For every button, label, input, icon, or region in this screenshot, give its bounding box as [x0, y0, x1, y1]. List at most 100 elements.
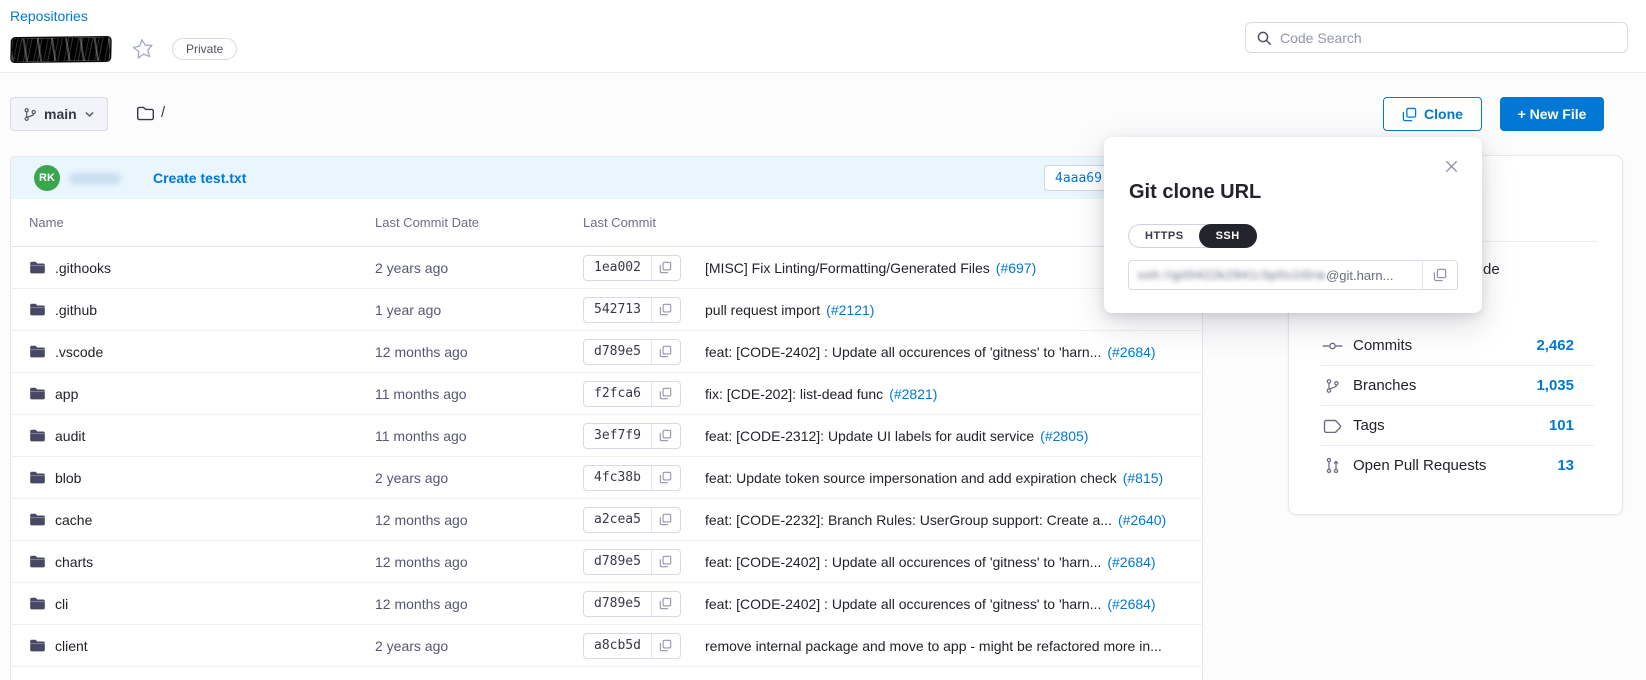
commit-sha[interactable]: d789e5	[584, 592, 651, 616]
pr-number-link[interactable]: (#2805)	[1040, 428, 1088, 444]
commit-message[interactable]: feat: Update token source impersonation …	[705, 470, 1117, 486]
file-name: client	[55, 638, 88, 654]
avatar: RK	[34, 165, 60, 191]
folder-path-icon	[136, 105, 155, 122]
popover-title: Git clone URL	[1129, 181, 1261, 204]
commit-sha[interactable]: d789e5	[584, 340, 651, 364]
pr-number-link[interactable]: (#2121)	[826, 302, 874, 318]
code-search-box[interactable]	[1245, 22, 1628, 53]
commit-sha-chip: f2fca6	[583, 381, 681, 407]
commit-message[interactable]: remove internal package and move to app …	[705, 638, 1162, 654]
folder-icon	[29, 260, 46, 275]
copy-icon[interactable]	[651, 508, 680, 532]
stat-value[interactable]: 13	[1557, 457, 1574, 474]
tab-ssh[interactable]: SSH	[1199, 224, 1257, 248]
clone-url-value: ssh://git0422k2941r3p0s1t0rw @git.harn..…	[1129, 261, 1422, 289]
copy-icon[interactable]	[651, 592, 680, 616]
tab-https[interactable]: HTTPS	[1129, 225, 1200, 247]
new-file-button[interactable]: + New File	[1500, 97, 1604, 131]
repo-title-line: Private	[12, 36, 237, 62]
table-row[interactable]: client 2 years ago a8cb5d remove interna…	[11, 625, 1202, 667]
table-row[interactable]: cache 12 months ago a2cea5 feat: [CODE-2…	[11, 499, 1202, 541]
commit-sha-chip: 542713	[583, 297, 681, 323]
pr-number-link[interactable]: (#2684)	[1107, 344, 1155, 360]
commit-message[interactable]: feat: [CODE-2312]: Update UI labels for …	[705, 428, 1034, 444]
table-row[interactable]: .vscode 12 months ago d789e5 feat: [CODE…	[11, 331, 1202, 373]
commit-message[interactable]: feat: [CODE-2402] : Update all occurence…	[705, 554, 1101, 570]
last-commit-date: 2 years ago	[375, 638, 583, 654]
commit-message[interactable]: [MISC] Fix Linting/Formatting/Generated …	[705, 260, 990, 276]
table-row[interactable]: .githooks 2 years ago 1ea002 [MISC] Fix …	[11, 247, 1202, 289]
redacted-author-name	[69, 173, 121, 184]
copy-url-icon[interactable]	[1422, 261, 1457, 289]
pr-number-link[interactable]: (#815)	[1123, 470, 1163, 486]
copy-icon[interactable]	[651, 256, 680, 280]
breadcrumb-repositories[interactable]: Repositories	[10, 8, 88, 24]
folder-icon	[29, 554, 46, 569]
new-file-label: + New File	[1518, 106, 1587, 122]
file-name: .githooks	[55, 260, 111, 276]
folder-icon	[29, 386, 46, 401]
last-commit-date: 12 months ago	[375, 596, 583, 612]
table-header: Name Last Commit Date Last Commit	[11, 199, 1202, 247]
copy-icon[interactable]	[651, 466, 680, 490]
pr-number-link[interactable]: (#2821)	[889, 386, 937, 402]
table-row[interactable]: blob 2 years ago 4fc38b feat: Update tok…	[11, 457, 1202, 499]
pr-number-link[interactable]: (#697)	[996, 260, 1036, 276]
last-commit-date: 12 months ago	[375, 344, 583, 360]
last-commit-date: 11 months ago	[375, 386, 583, 402]
folder-icon	[29, 428, 46, 443]
commit-sha[interactable]: a8cb5d	[584, 634, 651, 658]
pr-number-link[interactable]: (#2640)	[1118, 512, 1166, 528]
repo-stats: Commits 2,462 Branches 1,035 Tags 101 Op…	[1289, 326, 1622, 485]
stat-value[interactable]: 101	[1549, 417, 1574, 434]
stat-tags: Tags 101	[1289, 406, 1622, 445]
table-row[interactable]: audit 11 months ago 3ef7f9 feat: [CODE-2…	[11, 415, 1202, 457]
commit-sha[interactable]: a2cea5	[584, 508, 651, 532]
commit-message[interactable]: feat: [CODE-2402] : Update all occurence…	[705, 344, 1101, 360]
commit-sha[interactable]: 1ea002	[584, 256, 651, 280]
commit-sha[interactable]: 3ef7f9	[584, 424, 651, 448]
clone-button[interactable]: Clone	[1383, 97, 1482, 131]
copy-icon[interactable]	[651, 550, 680, 574]
search-icon	[1256, 30, 1272, 46]
stat-value[interactable]: 2,462	[1536, 337, 1574, 354]
table-row[interactable]: app 11 months ago f2fca6 fix: [CDE-202]:…	[11, 373, 1202, 415]
stat-value[interactable]: 1,035	[1536, 377, 1574, 394]
copy-icon[interactable]	[651, 634, 680, 658]
commit-sha-chip: d789e5	[583, 549, 681, 575]
column-header-name: Name	[29, 215, 375, 230]
search-input[interactable]	[1280, 30, 1617, 46]
star-icon[interactable]	[127, 34, 160, 63]
path-root[interactable]: /	[161, 104, 165, 121]
file-name: audit	[55, 428, 85, 444]
copy-icon[interactable]	[651, 424, 680, 448]
last-commit-date: 2 years ago	[375, 260, 583, 276]
pr-number-link[interactable]: (#2684)	[1107, 554, 1155, 570]
commit-sha[interactable]: f2fca6	[584, 382, 651, 406]
commit-message[interactable]: fix: [CDE-202]: list-dead func	[705, 386, 883, 402]
stat-label: Branches	[1353, 377, 1416, 394]
commit-sha[interactable]: 542713	[584, 298, 651, 322]
table-row[interactable]: cli 12 months ago d789e5 feat: [CODE-240…	[11, 583, 1202, 625]
pr-number-link[interactable]: (#2684)	[1107, 596, 1155, 612]
close-icon[interactable]	[1442, 157, 1460, 175]
commit-sha[interactable]: 4fc38b	[584, 466, 651, 490]
latest-commit-link[interactable]: Create test.txt	[153, 170, 246, 186]
copy-icon[interactable]	[651, 340, 680, 364]
copy-icon[interactable]	[651, 382, 680, 406]
clone-url-input[interactable]: ssh://git0422k2941r3p0s1t0rw @git.harn..…	[1128, 260, 1458, 290]
commit-message[interactable]: feat: [CODE-2232]: Branch Rules: UserGro…	[705, 512, 1112, 528]
description-fragment: de	[1483, 261, 1500, 278]
folder-icon	[29, 302, 46, 317]
table-row[interactable]: .github 1 year ago 542713 pull request i…	[11, 289, 1202, 331]
table-row[interactable]: charts 12 months ago d789e5 feat: [CODE-…	[11, 541, 1202, 583]
copy-icon[interactable]	[651, 298, 680, 322]
folder-icon	[29, 638, 46, 653]
commit-message[interactable]: feat: [CODE-2402] : Update all occurence…	[705, 596, 1101, 612]
file-name: cli	[55, 596, 68, 612]
commit-sha[interactable]: d789e5	[584, 550, 651, 574]
commit-message[interactable]: pull request import	[705, 302, 820, 318]
stat-open-pull-requests: Open Pull Requests 13	[1289, 446, 1622, 485]
branch-selector[interactable]: main	[10, 97, 108, 131]
